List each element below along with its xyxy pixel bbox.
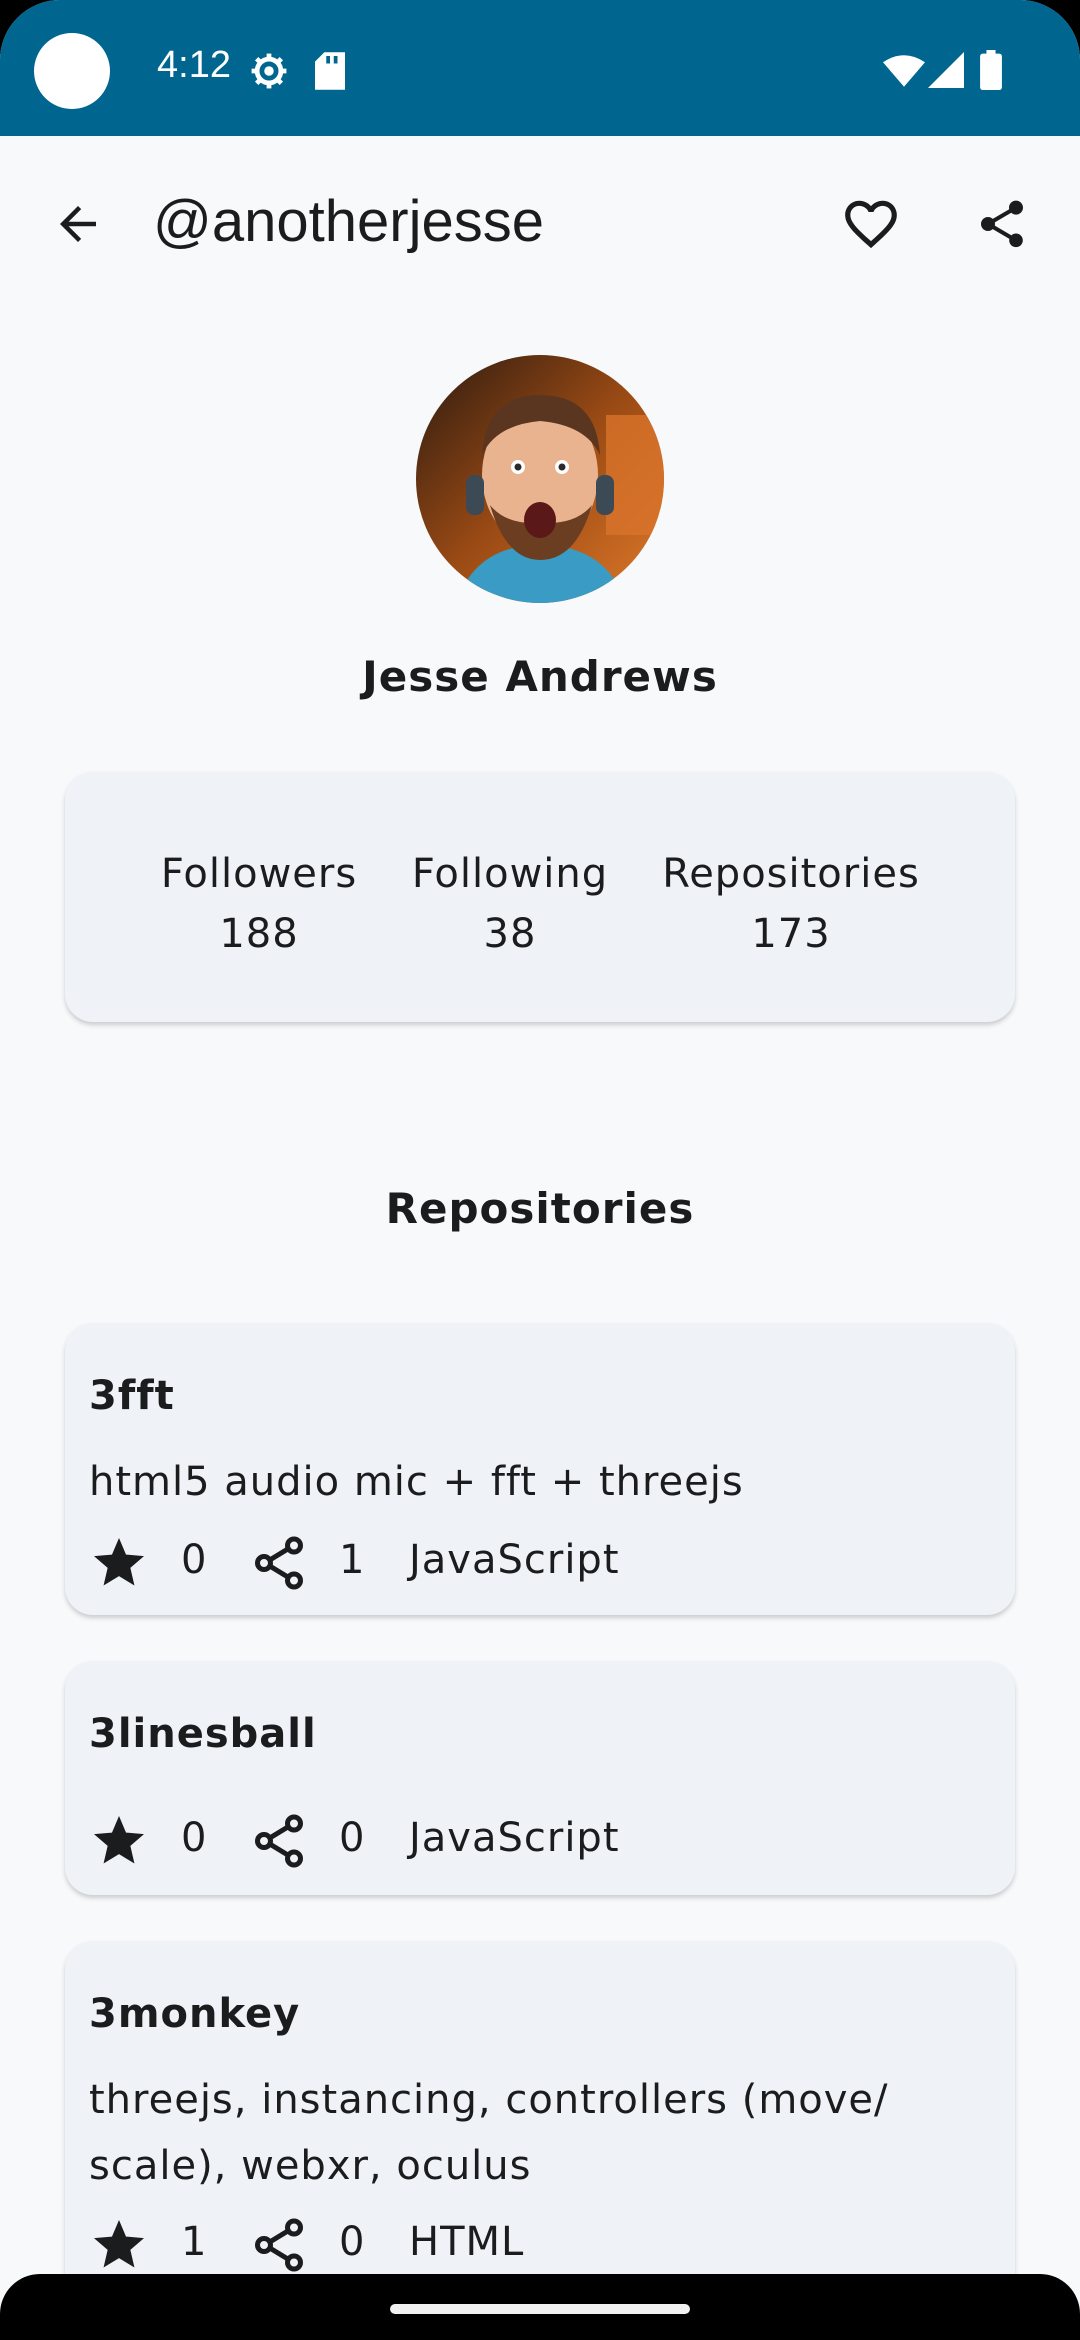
followers-label: Followers [160,851,358,897]
star-count: 0 [181,1815,208,1861]
following-label: Following [411,851,609,897]
fork-share-icon [255,2218,303,2272]
status-bar: 4:12 [0,0,1080,136]
screen: 4:12 @anotherjesse Jesse Andrews Followe… [0,0,1080,2340]
repo-description-line: scale), webxr, oculus [89,2143,532,2189]
share-button[interactable] [954,176,1050,272]
repo-description: html5 audio mic + fft + threejs [89,1459,744,1505]
avatar [416,355,664,603]
top-app-bar: @anotherjesse [0,136,1080,312]
home-gesture-handle[interactable] [390,2304,690,2314]
fork-share-icon [255,1814,303,1868]
star-icon [94,1816,144,1864]
repo-meta: 0 1 JavaScript [89,1533,989,1593]
arrow-back-icon [60,206,96,242]
repo-name: 3fft [89,1373,175,1419]
repo-language: HTML [409,2219,525,2265]
stats-card: Followers 188 Following 38 Repositories … [65,772,1015,1022]
repositories-label: Repositories [662,851,920,897]
repo-language: JavaScript [409,1815,620,1861]
repo-meta: 0 0 JavaScript [89,1811,989,1871]
repositories-stat[interactable]: Repositories 173 [655,844,927,964]
repo-description-line: threejs, instancing, controllers (move/ [89,2077,889,2123]
repositories-section-title: Repositories [385,1184,695,1233]
repo-description: threejs, instancing, controllers (move/ … [89,2067,969,2199]
favorite-button[interactable] [823,176,919,272]
wifi-icon [883,55,925,87]
battery-icon [980,50,1002,90]
followers-count: 188 [219,911,299,957]
profile-name: Jesse Andrews [362,652,718,701]
page-title: @anotherjesse [153,189,544,254]
share-icon [981,200,1023,248]
following-count: 38 [483,911,537,957]
fork-share-icon [255,1536,303,1590]
avatar-image [416,355,664,603]
fork-count: 1 [339,1537,366,1583]
star-count: 0 [181,1537,208,1583]
followers-stat[interactable]: Followers 188 [159,844,359,964]
repositories-count: 173 [751,911,831,957]
star-icon [94,2220,144,2268]
repo-name: 3linesball [89,1711,317,1757]
star-count: 1 [181,2219,208,2265]
back-button[interactable] [30,176,126,272]
fork-count: 0 [339,2219,366,2265]
star-icon [94,1538,144,1586]
camera-cutout [34,33,110,109]
repo-card[interactable]: 3fft html5 audio mic + fft + threejs 0 1… [65,1323,1015,1615]
cellular-signal-icon [928,52,964,88]
repo-language: JavaScript [409,1537,620,1583]
repo-card[interactable]: 3linesball 0 0 JavaScript [65,1661,1015,1895]
settings-gear-icon [251,53,287,89]
fork-count: 0 [339,1815,366,1861]
sd-card-icon [315,52,345,90]
navigation-bar [0,2274,1080,2340]
status-time: 4:12 [157,44,231,86]
repo-meta: 1 0 HTML [89,2215,989,2275]
repo-name: 3monkey [89,1991,301,2037]
following-stat[interactable]: Following 38 [410,844,610,964]
heart-outline-icon [845,200,897,249]
